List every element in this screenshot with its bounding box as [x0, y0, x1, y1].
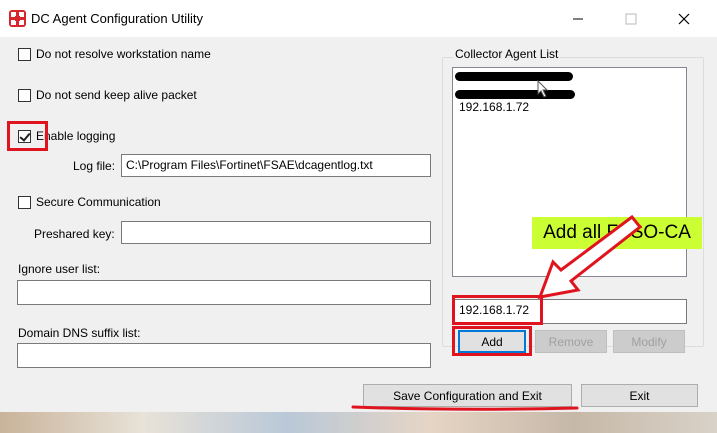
collector-agent-list-title: Collector Agent List	[453, 47, 561, 61]
log-file-input[interactable]: C:\Program Files\Fortinet\FSAE\dcagentlo…	[121, 154, 431, 177]
close-icon	[678, 13, 690, 24]
no-keepalive-checkbox[interactable]: Do not send keep alive packet	[18, 88, 197, 102]
modify-button: Modify	[613, 330, 685, 353]
redaction-mark	[455, 72, 573, 81]
window-title: DC Agent Configuration Utility	[31, 11, 203, 26]
dns-suffix-list-input[interactable]	[17, 343, 431, 368]
dialog-client-area: Do not resolve workstation name Do not s…	[1, 37, 716, 412]
remove-button: Remove	[535, 330, 607, 353]
preshared-key-input[interactable]	[121, 221, 431, 244]
maximize-icon	[625, 13, 637, 24]
minimize-button[interactable]	[555, 0, 601, 37]
highlight-box-enable-logging	[7, 121, 48, 151]
annotation-callout: Add all FSSO-CA	[532, 217, 702, 249]
log-file-label: Log file:	[73, 159, 116, 173]
close-button[interactable]	[661, 0, 707, 37]
no-resolve-workstation-label: Do not resolve workstation name	[36, 47, 211, 61]
save-configuration-exit-button[interactable]: Save Configuration and Exit	[363, 384, 572, 407]
exit-button[interactable]: Exit	[581, 384, 698, 407]
dns-suffix-list-label: Domain DNS suffix list:	[18, 326, 141, 340]
preshared-key-label: Preshared key:	[34, 227, 115, 241]
background-desktop-strip	[0, 412, 717, 433]
mouse-cursor-icon	[537, 80, 549, 98]
checkbox-box[interactable]	[18, 47, 31, 61]
ignore-user-list-input[interactable]	[17, 280, 431, 305]
highlight-box-add-button	[452, 326, 532, 356]
ignore-user-list-label: Ignore user list:	[18, 262, 101, 276]
fortinet-logo-icon	[9, 10, 26, 27]
highlight-box-ip-input	[452, 295, 543, 325]
redaction-mark	[455, 90, 575, 99]
checkbox-box[interactable]	[18, 88, 31, 102]
secure-communication-checkbox[interactable]: Secure Communication	[18, 195, 161, 209]
no-keepalive-label: Do not send keep alive packet	[36, 88, 197, 102]
no-resolve-workstation-checkbox[interactable]: Do not resolve workstation name	[18, 47, 211, 61]
list-item[interactable]: 192.168.1.72	[459, 100, 529, 114]
maximize-button	[608, 0, 654, 37]
minimize-icon	[573, 18, 583, 19]
secure-communication-label: Secure Communication	[36, 195, 161, 209]
checkbox-box[interactable]	[18, 195, 31, 209]
title-bar: DC Agent Configuration Utility	[0, 0, 717, 37]
